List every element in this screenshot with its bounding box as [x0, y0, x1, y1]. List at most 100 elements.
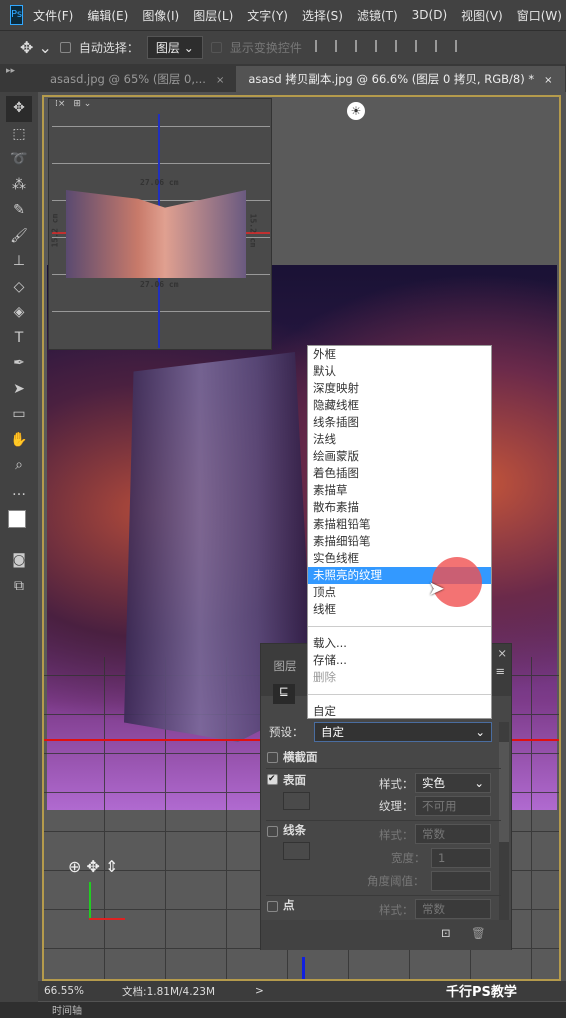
stamp-icon[interactable]: ⊥: [6, 249, 32, 275]
light-icon[interactable]: ☀: [347, 102, 365, 120]
menu-window[interactable]: 窗口(W): [517, 7, 562, 24]
menu-item-preset[interactable]: 着色插图: [308, 465, 491, 482]
more-tools-icon[interactable]: …: [6, 479, 32, 505]
type-tool-icon[interactable]: T: [6, 326, 32, 352]
3d-secondary-view: ⁞× ⊞ ⌄ 27.06 cm 27.06 cm 15.2 cm 15.2 cm: [48, 98, 272, 350]
menu-item-preset[interactable]: 素描细铅笔: [308, 533, 491, 550]
magic-wand-icon[interactable]: ⁂: [6, 173, 32, 199]
menu-item-preset[interactable]: 散布素描: [308, 499, 491, 516]
trash-icon[interactable]: 🗑: [471, 926, 486, 940]
menu-item-preset[interactable]: 素描粗铅笔: [308, 516, 491, 533]
status-menu-arrow[interactable]: >: [255, 985, 264, 997]
surface-color-swatch[interactable]: [283, 792, 310, 810]
hand-tool-icon[interactable]: ✋: [6, 428, 32, 454]
points-checkbox[interactable]: [267, 901, 278, 912]
close-icon[interactable]: ×: [497, 646, 507, 660]
lines-checkbox[interactable]: [267, 826, 278, 837]
menu-item-custom[interactable]: 自定: [308, 703, 491, 720]
menu-layer[interactable]: 图层(L): [193, 7, 233, 24]
menu-item-preset[interactable]: 深度映射: [308, 380, 491, 397]
menu-item-preset[interactable]: 法线: [308, 431, 491, 448]
lines-color-swatch[interactable]: [283, 842, 310, 860]
screen-mode-icon[interactable]: ⧉: [6, 574, 32, 600]
scene-icon[interactable]: ⊑: [273, 684, 295, 704]
menu-item-preset[interactable]: 线条插图: [308, 414, 491, 431]
close-icon[interactable]: ⁞×: [55, 99, 65, 113]
preset-value: 自定: [321, 725, 344, 739]
timeline-tab[interactable]: 时间轴: [0, 1002, 566, 1018]
collapse-panel-icon[interactable]: ▸▸: [0, 64, 38, 92]
surface-label: 表面: [283, 773, 306, 787]
preset-dropdown[interactable]: 自定 ⌄: [314, 722, 492, 742]
lines-style-dropdown[interactable]: 常数: [415, 824, 491, 844]
menu-filter[interactable]: 滤镜(T): [357, 7, 398, 24]
auto-select-checkbox[interactable]: [59, 42, 71, 53]
height-dimension-right: 15.2 cm: [248, 213, 258, 248]
menu-item-preset[interactable]: 外框: [308, 346, 491, 363]
scrollbar[interactable]: [499, 722, 509, 922]
zoom-tool-icon[interactable]: ⌕: [6, 453, 32, 479]
3d-camera-controls-icon[interactable]: ⊕ ✥ ⇕: [68, 857, 118, 876]
surface-checkbox[interactable]: ✔: [267, 774, 278, 785]
lines-style-label: 样式：: [379, 828, 414, 842]
view-menu-icon[interactable]: ⊞ ⌄: [73, 99, 91, 113]
tab-layers[interactable]: 图层: [261, 654, 309, 678]
menu-file[interactable]: 文件(F): [33, 7, 73, 24]
move-tool-icon[interactable]: ✥: [6, 96, 32, 122]
tab-label: asasd.jpg @ 65% (图层 0,...: [50, 72, 206, 86]
color-swatches-icon[interactable]: [6, 504, 34, 548]
panel-menu-icon[interactable]: ≡: [495, 664, 505, 678]
axis-gizmo-icon[interactable]: [89, 882, 91, 920]
rectangle-tool-icon[interactable]: ▭: [6, 402, 32, 428]
width-input[interactable]: 1: [431, 848, 491, 868]
tools-panel: ✥ ⬚ ➰ ⁂ ✎ 🖌 ⊥ ◇ ◈ T ✒ ➤ ▭ ✋ ⌕ … ◙ ⧉: [0, 92, 38, 1005]
menu-3d[interactable]: 3D(D): [412, 8, 447, 22]
close-icon[interactable]: ×: [216, 75, 224, 86]
render-icon[interactable]: ⊡: [441, 926, 451, 940]
tab-label: asasd 拷贝副本.jpg @ 66.6% (图层 0 拷贝, RGB/8) …: [248, 72, 535, 86]
height-dimension: 15.2 cm: [50, 213, 60, 248]
menu-item-delete[interactable]: 删除: [308, 669, 491, 686]
texture-dropdown[interactable]: 不可用: [415, 796, 491, 816]
menu-bar: Ps 文件(F) 编辑(E) 图像(I) 图层(L) 文字(Y) 选择(S) 滤…: [0, 0, 566, 30]
surface-style-dropdown[interactable]: 实色 ⌄: [415, 773, 491, 793]
cross-section-checkbox[interactable]: [267, 752, 278, 763]
menu-item-preset[interactable]: 隐藏线框: [308, 397, 491, 414]
move-tool-icon[interactable]: ✥ ⌄: [20, 38, 52, 57]
eraser-icon[interactable]: ◇: [6, 275, 32, 301]
menu-type[interactable]: 文字(Y): [247, 7, 288, 24]
marquee-tool-icon[interactable]: ⬚: [6, 122, 32, 148]
paint-bucket-icon[interactable]: ◈: [6, 300, 32, 326]
options-bar: ✥ ⌄ 自动选择： 图层 ⌄ 显示变换控件: [0, 30, 566, 64]
align-icons[interactable]: [310, 40, 470, 55]
lasso-tool-icon[interactable]: ➰: [6, 147, 32, 173]
menu-view[interactable]: 视图(V): [461, 7, 503, 24]
eyedropper-icon[interactable]: ✎: [6, 198, 32, 224]
menu-select[interactable]: 选择(S): [302, 7, 343, 24]
tab-asasd[interactable]: asasd.jpg @ 65% (图层 0,... ×: [38, 66, 236, 92]
doc-size: 文档:1.81M/4.23M: [122, 985, 215, 998]
zoom-level[interactable]: 66.55%: [44, 985, 84, 997]
texture-value: 不可用: [422, 799, 457, 813]
close-icon[interactable]: ×: [544, 75, 552, 86]
auto-select-dropdown[interactable]: 图层 ⌄: [146, 36, 203, 59]
pen-tool-icon[interactable]: ✒: [6, 351, 32, 377]
menu-item-save[interactable]: 存储...: [308, 652, 491, 669]
angle-threshold-input[interactable]: [431, 871, 491, 891]
menu-item-preset[interactable]: 默认: [308, 363, 491, 380]
menu-image[interactable]: 图像(I): [142, 7, 179, 24]
width-dimension: 27.06 cm: [140, 178, 179, 187]
menu-item-preset[interactable]: 绘画蒙版: [308, 448, 491, 465]
quick-mask-icon[interactable]: ◙: [6, 548, 32, 574]
menu-item-preset[interactable]: 素描草: [308, 482, 491, 499]
document-tabs: asasd.jpg @ 65% (图层 0,... × asasd 拷贝副本.jp…: [38, 64, 566, 92]
path-select-icon[interactable]: ➤: [6, 377, 32, 403]
points-style-dropdown[interactable]: 常数: [415, 899, 491, 919]
tab-asasd-copy[interactable]: asasd 拷贝副本.jpg @ 66.6% (图层 0 拷贝, RGB/8) …: [236, 66, 565, 92]
brush-icon[interactable]: 🖌: [6, 224, 32, 250]
menu-item-load[interactable]: 载入...: [308, 635, 491, 652]
show-transform-checkbox[interactable]: [210, 42, 222, 53]
menu-edit[interactable]: 编辑(E): [87, 7, 128, 24]
preview-view[interactable]: 27.06 cm 27.06 cm 15.2 cm 15.2 cm: [50, 114, 270, 348]
lines-style-value: 常数: [422, 827, 445, 841]
